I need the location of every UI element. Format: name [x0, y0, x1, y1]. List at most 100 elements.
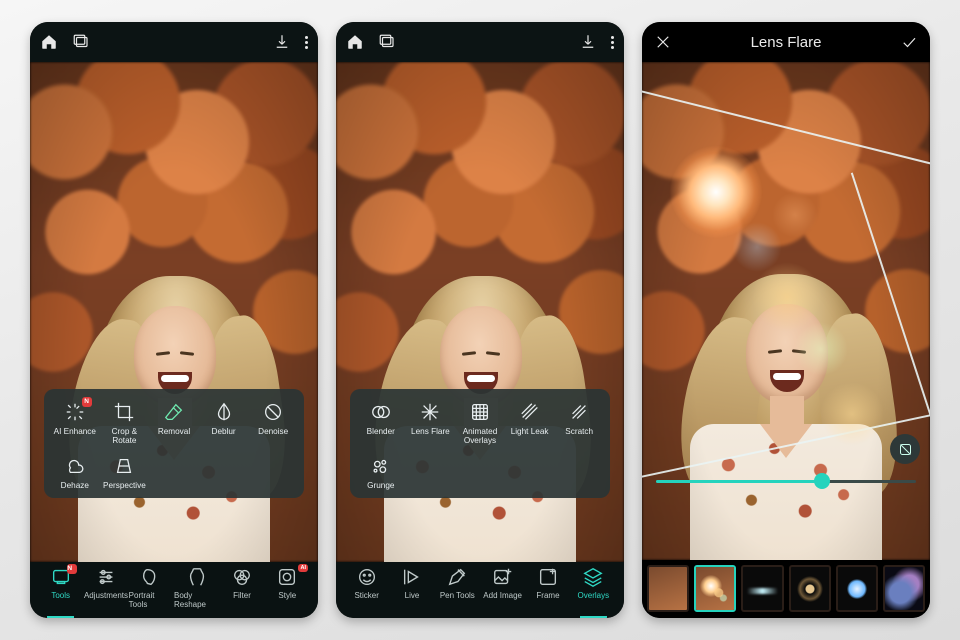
home-icon[interactable] [40, 33, 58, 51]
home-icon[interactable] [346, 33, 364, 51]
top-bar [30, 22, 318, 62]
tool-denoise[interactable]: Denoise [248, 401, 298, 445]
nav-body-reshape[interactable]: Body Reshape [174, 566, 219, 616]
tool-removal[interactable]: Removal [149, 401, 199, 445]
nav-label: Add Image [483, 591, 522, 600]
nav-style[interactable]: AI Style [265, 566, 310, 616]
tool-label: Light Leak [511, 427, 549, 436]
portrait-icon [140, 566, 162, 588]
preset-flare-blue[interactable] [836, 565, 878, 612]
tool-animated-overlays[interactable]: Animated Overlays [455, 401, 505, 445]
deblur-icon [213, 401, 235, 423]
animated-icon [469, 401, 491, 423]
preset-flare-nebula[interactable] [883, 565, 925, 612]
gallery-icon[interactable] [378, 33, 396, 51]
nav-label: Sticker [354, 591, 378, 600]
eraser-icon [163, 401, 185, 423]
nav-label: Live [405, 591, 420, 600]
tool-label: Removal [158, 427, 190, 436]
nav-sticker[interactable]: Sticker [344, 566, 389, 616]
grunge-icon [370, 455, 392, 477]
nav-pen-tools[interactable]: Pen Tools [435, 566, 480, 616]
tool-blender[interactable]: Blender [356, 401, 406, 445]
confirm-icon[interactable] [900, 33, 918, 51]
more-icon[interactable] [305, 36, 308, 49]
tool-grunge[interactable]: Grunge [356, 455, 406, 490]
nav-frame[interactable]: Frame [525, 566, 570, 616]
flare-bokeh [772, 192, 818, 238]
tool-lens-flare[interactable]: Lens Flare [406, 401, 456, 445]
screen-title: Lens Flare [672, 34, 900, 51]
flare-bokeh [752, 262, 822, 332]
preset-flare-ring[interactable] [789, 565, 831, 612]
light-leak-icon [519, 401, 541, 423]
pen-icon [446, 566, 468, 588]
tool-label: Animated Overlays [455, 427, 505, 445]
live-icon [401, 566, 423, 588]
more-icon[interactable] [611, 36, 614, 49]
top-bar [336, 22, 624, 62]
tool-label: Deblur [212, 427, 236, 436]
new-badge: N [67, 564, 77, 574]
nav-label: Body Reshape [174, 591, 219, 609]
preset-original[interactable] [647, 565, 689, 612]
new-badge: N [82, 397, 92, 407]
canvas-preview-flare[interactable] [642, 62, 930, 560]
flare-bokeh [820, 382, 884, 446]
tool-label: Blender [367, 427, 395, 436]
download-icon[interactable] [579, 33, 597, 51]
canvas-preview[interactable]: N AI Enhance Crop & Rotate Removal Deblu… [30, 62, 318, 562]
slider-thumb[interactable] [814, 473, 830, 489]
nav-filter[interactable]: Filter [219, 566, 264, 616]
editor-screen-overlays: Blender Lens Flare Animated Overlays Lig… [336, 22, 624, 618]
editor-screen-tools: N AI Enhance Crop & Rotate Removal Deblu… [30, 22, 318, 618]
slider-fill [656, 480, 822, 483]
nav-portrait-tools[interactable]: Portrait Tools [129, 566, 174, 616]
nav-overlays[interactable]: Overlays [571, 566, 616, 616]
lens-flare-icon [419, 401, 441, 423]
nav-live[interactable]: Live [389, 566, 434, 616]
download-icon[interactable] [273, 33, 291, 51]
tool-label: Perspective [103, 481, 146, 490]
close-icon[interactable] [654, 33, 672, 51]
add-image-icon [492, 566, 514, 588]
nav-add-image[interactable]: Add Image [480, 566, 525, 616]
preset-flare-dark-1[interactable] [741, 565, 783, 612]
invert-button[interactable] [890, 434, 920, 464]
nav-label: Portrait Tools [129, 591, 174, 609]
tool-dehaze[interactable]: Dehaze [50, 455, 100, 490]
bottom-nav: Sticker Live Pen Tools Add Image Frame O… [336, 562, 624, 618]
tool-perspective[interactable]: Perspective [100, 455, 150, 490]
nav-adjustments[interactable]: Adjustments [83, 566, 128, 616]
crop-icon [113, 401, 135, 423]
nav-label: Tools [51, 591, 70, 600]
tools-panel: N AI Enhance Crop & Rotate Removal Deblu… [44, 389, 304, 498]
bottom-nav: N Tools Adjustments Portrait Tools Body … [30, 562, 318, 618]
blender-icon [370, 401, 392, 423]
tool-ai-enhance[interactable]: N AI Enhance [50, 401, 100, 445]
top-bar-lens: Lens Flare [642, 22, 930, 62]
filter-icon [231, 566, 253, 588]
dehaze-icon [64, 455, 86, 477]
tool-label: Scratch [565, 427, 593, 436]
nav-label: Frame [536, 591, 559, 600]
lens-flare-screen: Lens Flare [642, 22, 930, 618]
frame-icon [537, 566, 559, 588]
canvas-preview[interactable]: Blender Lens Flare Animated Overlays Lig… [336, 62, 624, 562]
scratch-icon [568, 401, 590, 423]
nav-label: Style [278, 591, 296, 600]
nav-label: Pen Tools [440, 591, 475, 600]
tool-scratch[interactable]: Scratch [554, 401, 604, 445]
flare-bokeh [794, 322, 848, 376]
tool-crop-rotate[interactable]: Crop & Rotate [100, 401, 150, 445]
nav-tools[interactable]: N Tools [38, 566, 83, 616]
nav-label: Adjustments [84, 591, 128, 600]
sticker-icon [356, 566, 378, 588]
style-icon [276, 566, 298, 588]
preset-flare-warm-1[interactable] [694, 565, 736, 612]
intensity-slider[interactable] [656, 470, 916, 492]
tool-light-leak[interactable]: Light Leak [505, 401, 555, 445]
gallery-icon[interactable] [72, 33, 90, 51]
tool-deblur[interactable]: Deblur [199, 401, 249, 445]
nav-label: Filter [233, 591, 251, 600]
